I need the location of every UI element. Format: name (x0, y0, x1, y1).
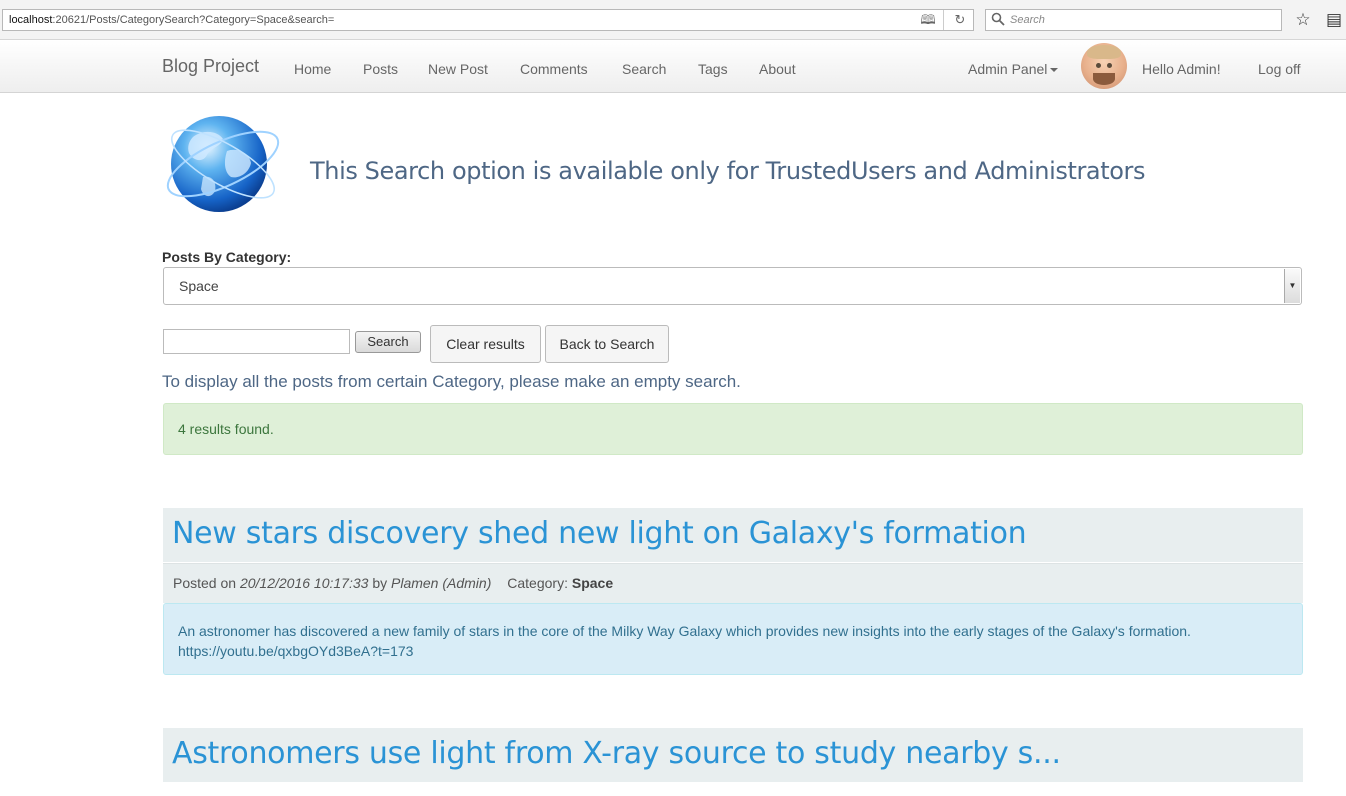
back-to-search-button[interactable]: Back to Search (545, 325, 669, 363)
browser-toolbar: localhost:20621/Posts/CategorySearch?Cat… (0, 0, 1346, 40)
search-input[interactable] (163, 329, 350, 354)
site-navbar: Blog Project Home Posts New Post Comment… (0, 40, 1346, 93)
browser-search-input[interactable]: Search (985, 9, 1282, 31)
address-bar[interactable]: localhost:20621/Posts/CategorySearch?Cat… (2, 9, 974, 31)
category-selected-value: Space (179, 278, 219, 294)
greeting-link[interactable]: Hello Admin! (1142, 61, 1221, 77)
category-meta-label: Category: (507, 575, 568, 591)
post-body-text: An astronomer has discovered a new famil… (178, 623, 1191, 639)
browser-search-placeholder: Search (1010, 14, 1045, 26)
nav-tags[interactable]: Tags (698, 61, 728, 77)
post-author: Plamen (Admin) (391, 575, 492, 591)
post-header: New stars discovery shed new light on Ga… (163, 508, 1303, 562)
nav-comments[interactable]: Comments (520, 61, 588, 77)
nav-home[interactable]: Home (294, 61, 331, 77)
post-body: An astronomer has discovered a new famil… (163, 603, 1303, 675)
post-category: Space (571, 575, 614, 591)
post-title-link[interactable]: Astronomers use light from X-ray source … (172, 736, 1061, 771)
admin-panel-dropdown[interactable]: Admin Panel (968, 61, 1059, 77)
nav-new-post[interactable]: New Post (428, 61, 488, 77)
url-separator (943, 10, 944, 30)
search-button[interactable]: Search (355, 331, 421, 353)
clear-results-button[interactable]: Clear results (430, 325, 541, 363)
bookmark-star-icon[interactable]: ☆ (1293, 10, 1313, 30)
admin-panel-label: Admin Panel (968, 61, 1048, 77)
page-title: This Search option is available only for… (310, 157, 1146, 185)
reload-icon[interactable]: ↻ (951, 12, 969, 28)
post-header: Astronomers use light from X-ray source … (163, 728, 1303, 782)
nav-about[interactable]: About (759, 61, 796, 77)
by-label: by (372, 575, 388, 591)
brand-link[interactable]: Blog Project (162, 56, 259, 77)
post-body-link: https://youtu.be/qxbgOYd3BeA?t=173 (178, 643, 414, 659)
results-alert: 4 results found. (163, 403, 1303, 455)
caret-down-icon (1050, 68, 1059, 73)
reading-list-icon[interactable]: ▤ (1324, 10, 1344, 30)
logoff-link[interactable]: Log off (1258, 61, 1301, 77)
post-date: 20/12/2016 10:17:33 (239, 575, 369, 591)
url-path: :20621/Posts/CategorySearch?Category=Spa… (52, 14, 335, 26)
nav-search[interactable]: Search (622, 61, 666, 77)
post-title-link[interactable]: New stars discovery shed new light on Ga… (172, 516, 1027, 551)
category-select[interactable]: Space ▼ (163, 267, 1302, 305)
search-hint: To display all the posts from certain Ca… (162, 372, 741, 391)
posted-on-label: Posted on (173, 575, 237, 591)
globe-icon (166, 116, 280, 212)
post-meta: Posted on 20/12/2016 10:17:33 by Plamen … (163, 563, 1303, 603)
dropdown-arrow-icon[interactable]: ▼ (1284, 269, 1300, 303)
reader-view-icon[interactable]: 🕮 (919, 12, 937, 28)
search-icon (991, 12, 1005, 26)
nav-posts[interactable]: Posts (363, 61, 398, 77)
avatar (1081, 43, 1127, 89)
category-label: Posts By Category: (162, 249, 292, 265)
url-host: localhost (9, 14, 53, 26)
